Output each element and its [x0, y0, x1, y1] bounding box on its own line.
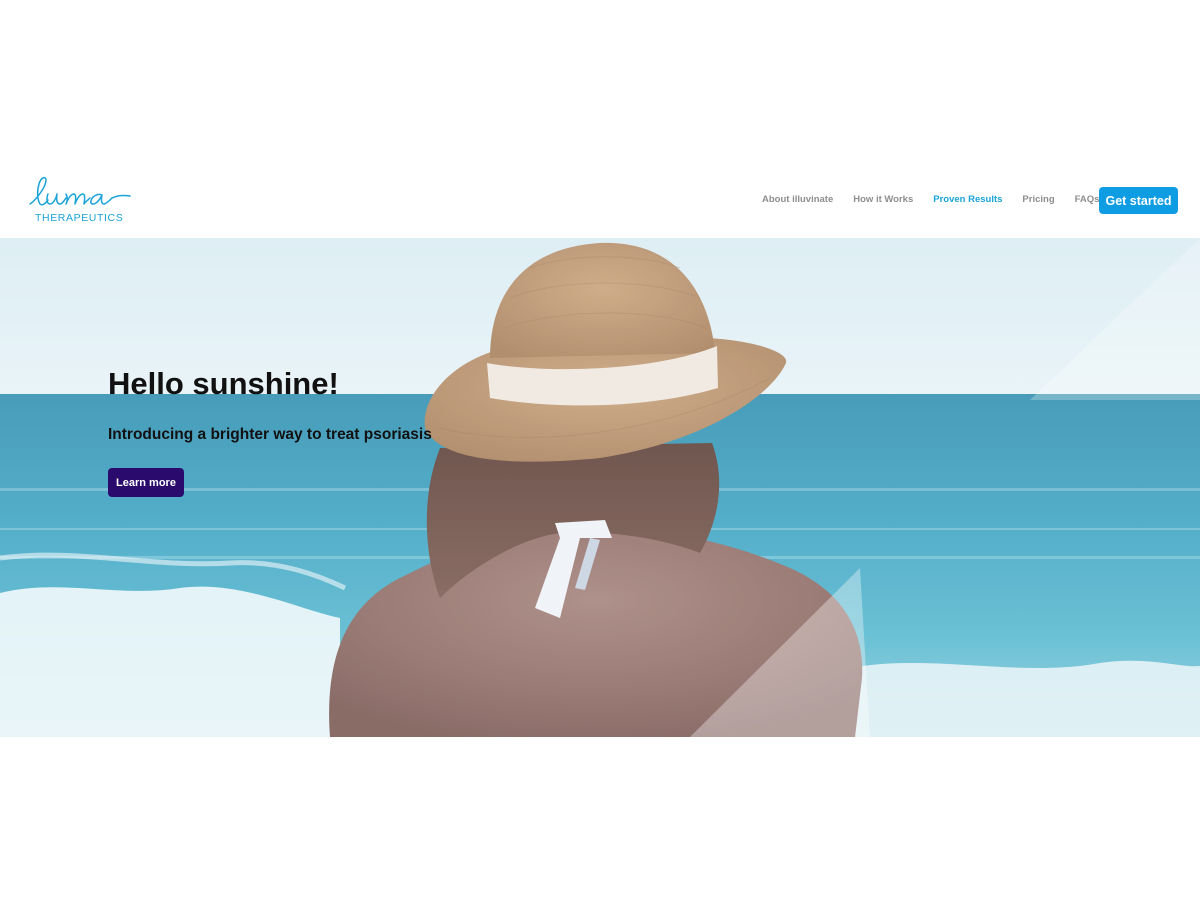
site-header: THERAPEUTICS About illuvinate How it Wor…	[0, 162, 1200, 238]
luma-script-logo-icon	[29, 176, 131, 206]
get-started-button[interactable]: Get started	[1099, 187, 1178, 214]
page: THERAPEUTICS About illuvinate How it Wor…	[0, 0, 1200, 900]
hero-title: Hello sunshine!	[108, 366, 339, 401]
nav-item-about-illuvinate[interactable]: About illuvinate	[752, 162, 843, 238]
main-nav: About illuvinate How it Works Proven Res…	[752, 162, 1109, 238]
hero-subtitle: Introducing a brighter way to treat psor…	[108, 426, 432, 443]
luma-therapeutics-logo[interactable]: THERAPEUTICS	[26, 173, 136, 229]
logo-subtitle: THERAPEUTICS	[35, 212, 124, 224]
nav-item-proven-results[interactable]: Proven Results	[923, 162, 1012, 238]
learn-more-button[interactable]: Learn more	[108, 468, 184, 497]
nav-item-pricing[interactable]: Pricing	[1012, 162, 1064, 238]
hero-banner: Hello sunshine! Introducing a brighter w…	[0, 238, 1200, 737]
nav-item-how-it-works[interactable]: How it Works	[843, 162, 923, 238]
